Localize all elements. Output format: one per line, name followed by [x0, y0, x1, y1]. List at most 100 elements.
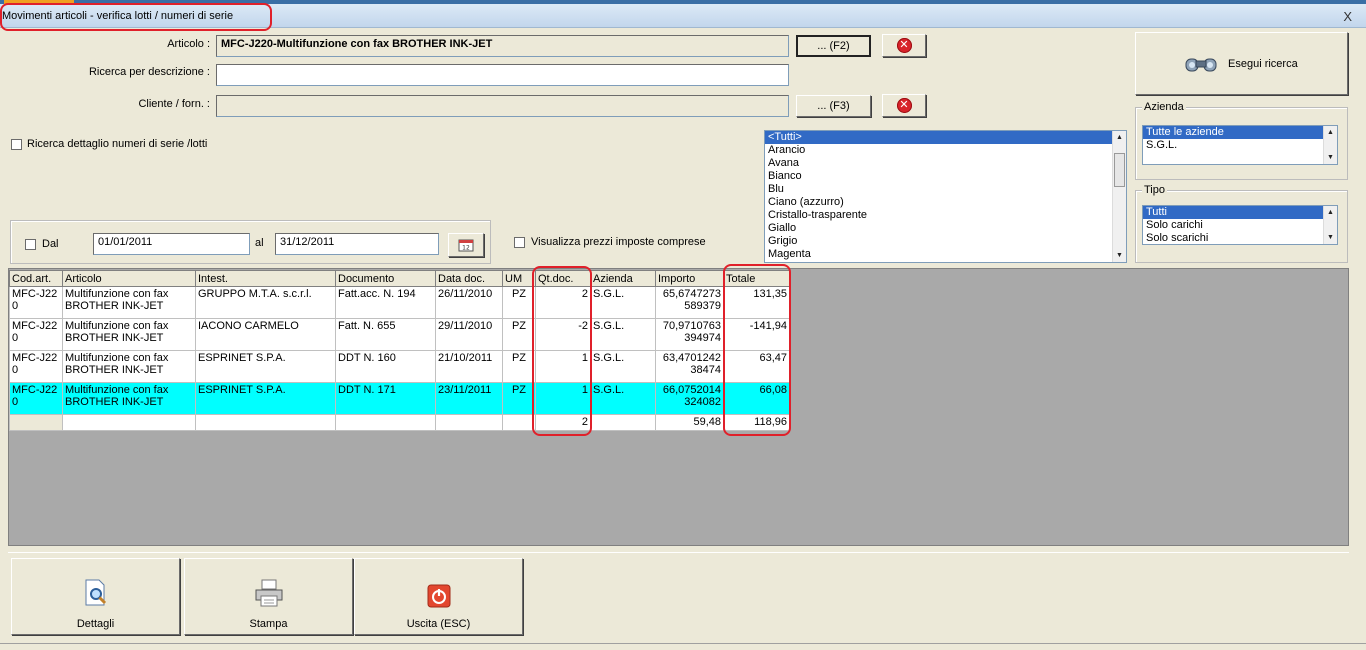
power-icon — [427, 584, 450, 608]
column-header[interactable]: Azienda — [590, 270, 656, 287]
tipo-listbox[interactable]: Tutti Solo carichi Solo scarichi ▲ ▼ — [1142, 205, 1338, 245]
colori-list-item[interactable]: Magenta — [765, 248, 1126, 261]
prezzi-label: Visualizza prezzi imposte comprese — [531, 236, 706, 248]
al-date-input[interactable]: 31/12/2011 — [275, 233, 439, 255]
tipo-list-item[interactable]: Solo carichi — [1143, 219, 1337, 232]
colori-list-item[interactable]: Bianco — [765, 170, 1126, 183]
cell-totale: 131,35 — [723, 286, 790, 319]
cell-azienda: S.G.L. — [590, 286, 656, 319]
tipo-list-item[interactable]: Solo scarichi — [1143, 232, 1337, 244]
prezzi-checkbox-row[interactable]: Visualizza prezzi imposte comprese — [514, 236, 706, 248]
cell-intest: ESPRINET S.P.A. — [195, 382, 336, 415]
scroll-down-icon[interactable]: ▼ — [1113, 249, 1126, 262]
column-header[interactable]: Totale — [723, 270, 790, 287]
tipo-scrollbar[interactable]: ▲ ▼ — [1323, 206, 1337, 244]
table-row[interactable]: MFC-J22 0 Multifunzione con fax BROTHER I… — [9, 350, 790, 383]
scroll-down-icon[interactable]: ▼ — [1324, 231, 1337, 244]
cell-intest: ESPRINET S.P.A. — [195, 350, 336, 383]
tipo-list-item[interactable]: Tutti — [1143, 206, 1337, 219]
cell-cod: MFC-J22 0 — [9, 382, 63, 415]
colori-list-item[interactable]: Cristallo-trasparente — [765, 209, 1126, 222]
cell-articolo: Multifunzione con fax BROTHER INK-JET — [62, 318, 196, 351]
summary-cell-importo: 59,48 — [655, 414, 724, 431]
table-row[interactable]: MFC-J22 0 Multifunzione con fax BROTHER I… — [9, 286, 790, 319]
articolo-search-button[interactable]: ... (F2) — [796, 35, 871, 57]
articolo-field[interactable]: MFC-J220-Multifunzione con fax BROTHER I… — [216, 35, 789, 57]
colori-list-item[interactable]: Blu — [765, 183, 1126, 196]
azienda-list-item[interactable]: S.G.L. — [1143, 139, 1337, 152]
colori-list-item[interactable]: Grigio — [765, 235, 1126, 248]
calendar-button[interactable]: 12 — [448, 233, 484, 257]
articolo-clear-button[interactable]: ✕ — [882, 34, 926, 57]
printer-icon — [255, 579, 282, 607]
summary-cell-azienda — [590, 414, 656, 431]
movimenti-grid[interactable]: Cod.art. Articolo Intest. Documento Data doc… — [9, 270, 790, 431]
column-header[interactable]: Articolo — [62, 270, 196, 287]
cell-azienda: S.G.L. — [590, 382, 656, 415]
azienda-title: Azienda — [1142, 101, 1186, 113]
dettaglio-checkbox-row[interactable]: Ricerca dettaglio numeri di serie /lotti — [11, 138, 207, 150]
prezzi-checkbox[interactable] — [514, 236, 525, 248]
scroll-up-icon[interactable]: ▲ — [1113, 131, 1126, 144]
svg-text:12: 12 — [462, 245, 470, 252]
cell-cod: MFC-J22 0 — [9, 286, 63, 319]
summary-cell-articolo — [62, 414, 196, 431]
dal-date-input[interactable]: 01/01/2011 — [93, 233, 250, 255]
close-icon[interactable]: X — [1343, 9, 1352, 24]
dettagli-label: Dettagli — [76, 618, 115, 630]
column-header[interactable]: Importo — [655, 270, 724, 287]
azienda-list-item[interactable]: Tutte le aziende — [1143, 126, 1337, 139]
colori-scrollbar[interactable]: ▲ ▼ — [1112, 131, 1126, 262]
colori-listbox[interactable]: <Tutti> Arancio Avana Bianco Blu Ciano (azzur… — [764, 130, 1127, 263]
colori-list-item[interactable]: Avana — [765, 157, 1126, 170]
ricerca-input[interactable] — [216, 64, 789, 86]
azienda-listbox[interactable]: Tutte le aziende S.G.L. ▲ ▼ — [1142, 125, 1338, 165]
azienda-group: Azienda Tutte le aziende S.G.L. ▲ ▼ — [1135, 101, 1348, 180]
dettagli-button[interactable]: Dettagli — [11, 558, 180, 635]
cell-articolo: Multifunzione con fax BROTHER INK-JET — [62, 286, 196, 319]
document-magnifier-icon — [85, 579, 106, 606]
colori-list-item[interactable]: Ciano (azzurro) — [765, 196, 1126, 209]
dettaglio-checkbox[interactable] — [11, 138, 22, 150]
summary-cell-documento — [335, 414, 436, 431]
cell-um: PZ — [502, 350, 536, 383]
esegui-ricerca-button[interactable]: Esegui ricerca — [1135, 32, 1348, 95]
cell-importo: 70,9710763 394974 — [655, 318, 724, 351]
cell-qt: 1 — [535, 382, 591, 415]
stampa-button[interactable]: Stampa — [184, 558, 353, 635]
column-header[interactable]: Cod.art. — [9, 270, 63, 287]
dal-checkbox-row[interactable]: Dal — [25, 238, 59, 250]
cell-totale: 66,08 — [723, 382, 790, 415]
colori-list-item[interactable]: Giallo — [765, 222, 1126, 235]
scroll-down-icon[interactable]: ▼ — [1324, 151, 1337, 164]
clear-icon: ✕ — [896, 98, 912, 113]
cell-documento: Fatt.acc. N. 194 — [335, 286, 436, 319]
colori-list-item[interactable]: <Tutti> — [765, 131, 1126, 144]
cliente-clear-button[interactable]: ✕ — [882, 94, 926, 117]
uscita-button[interactable]: Uscita (ESC) — [354, 558, 523, 635]
column-header[interactable]: UM — [502, 270, 536, 287]
cell-documento: DDT N. 171 — [335, 382, 436, 415]
table-row[interactable]: MFC-J22 0 Multifunzione con fax BROTHER I… — [9, 382, 790, 415]
column-header[interactable]: Qt.doc. — [535, 270, 591, 287]
dal-checkbox[interactable] — [25, 238, 36, 250]
azienda-scrollbar[interactable]: ▲ ▼ — [1323, 126, 1337, 164]
cell-documento: DDT N. 160 — [335, 350, 436, 383]
table-row[interactable]: MFC-J22 0 Multifunzione con fax BROTHER I… — [9, 318, 790, 351]
summary-cell-um — [502, 414, 536, 431]
cell-totale: 63,47 — [723, 350, 790, 383]
cliente-search-button[interactable]: ... (F3) — [796, 95, 871, 117]
colori-list-item[interactable]: Arancio — [765, 144, 1126, 157]
cell-articolo: Multifunzione con fax BROTHER INK-JET — [62, 350, 196, 383]
cliente-field[interactable] — [216, 95, 789, 117]
column-header[interactable]: Data doc. — [435, 270, 503, 287]
scroll-up-icon[interactable]: ▲ — [1324, 126, 1337, 139]
column-header[interactable]: Intest. — [195, 270, 336, 287]
scroll-up-icon[interactable]: ▲ — [1324, 206, 1337, 219]
cell-azienda: S.G.L. — [590, 350, 656, 383]
scroll-thumb[interactable] — [1114, 153, 1125, 187]
cell-data: 21/10/2011 — [435, 350, 503, 383]
column-header[interactable]: Documento — [335, 270, 436, 287]
cliente-label: Cliente / forn. : — [138, 98, 210, 110]
cell-um: PZ — [502, 382, 536, 415]
